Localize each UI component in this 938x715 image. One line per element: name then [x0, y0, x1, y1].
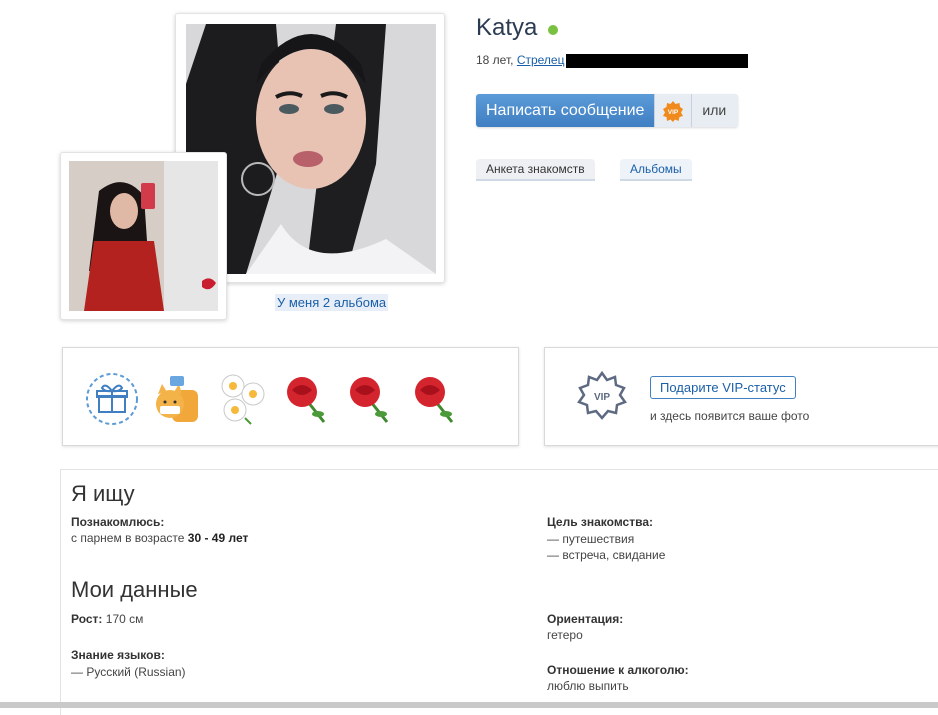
orientation-label: Ориентация:: [547, 612, 624, 626]
rose-icon[interactable]: [280, 372, 334, 426]
meet-label: Познакомлюсь:: [71, 515, 165, 529]
alcohol-value: люблю выпить: [547, 679, 629, 693]
age-range: 30 - 49 лет: [187, 531, 249, 545]
language-item: — Русский (Russian): [71, 665, 186, 679]
rose-icon[interactable]: [408, 372, 462, 426]
online-status-indicator: [548, 25, 558, 35]
profile-meta: 18 лет, Стрелец: [476, 53, 749, 68]
redacted-location: [566, 53, 749, 68]
meet-prefix: с парнем в возрасте: [71, 531, 188, 545]
tab-albums[interactable]: Альбомы: [620, 159, 692, 181]
goal-item: — встреча, свидание: [547, 548, 666, 562]
zodiac-link[interactable]: Стрелец: [517, 53, 565, 67]
gift-vip-button[interactable]: Подарите VIP-статус: [650, 376, 796, 399]
seeking-heading: Я ищу: [71, 481, 135, 506]
write-message-button[interactable]: Написать сообщение: [476, 94, 655, 127]
my-data-heading: Мои данные: [71, 577, 198, 602]
horizontal-scrollbar[interactable]: [0, 702, 938, 708]
height-label: Рост:: [71, 612, 103, 626]
vip-badge-icon: VIP: [663, 100, 684, 122]
svg-text:VIP: VIP: [594, 392, 610, 403]
albums-link[interactable]: У меня 2 альбома: [275, 294, 389, 311]
cat-backpack-icon[interactable]: [150, 372, 204, 426]
height-value: 170 см: [105, 612, 144, 626]
vip-promo-panel: VIP Подарите VIP-статус и здесь появится…: [544, 347, 938, 446]
vip-note: и здесь появится ваше фото: [650, 409, 810, 423]
profile-name: Katya: [476, 14, 538, 41]
secondary-profile-photo[interactable]: [60, 152, 227, 320]
alcohol-label: Отношение к алкоголю:: [547, 663, 689, 677]
meet-value: с парнем в возрасте 30 - 49 лет: [71, 531, 248, 545]
svg-text:VIP: VIP: [668, 109, 679, 116]
rose-icon[interactable]: [343, 372, 397, 426]
goal-label: Цель знакомства:: [547, 515, 653, 529]
gifts-panel: [62, 347, 519, 446]
gift-box-icon[interactable]: [85, 372, 139, 426]
goal-item: — путешествия: [547, 532, 635, 546]
secondary-photo-image[interactable]: [69, 161, 218, 311]
tab-dating-profile[interactable]: Анкета знакомств: [476, 159, 595, 181]
or-button[interactable]: или: [691, 94, 739, 127]
profile-info-section: Я ищу Познакомлюсь: с парнем в возрасте …: [60, 469, 938, 715]
orientation-value: гетеро: [547, 628, 583, 642]
languages-label: Знание языков:: [71, 648, 165, 662]
vip-message-button[interactable]: VIP: [654, 94, 692, 127]
profile-age: 18 лет,: [476, 53, 514, 67]
height-row: Рост: 170 см: [71, 612, 143, 626]
vip-star-icon: VIP: [577, 370, 627, 420]
daisies-icon[interactable]: [215, 372, 269, 426]
message-button-group: Написать сообщение VIP или: [476, 94, 739, 127]
